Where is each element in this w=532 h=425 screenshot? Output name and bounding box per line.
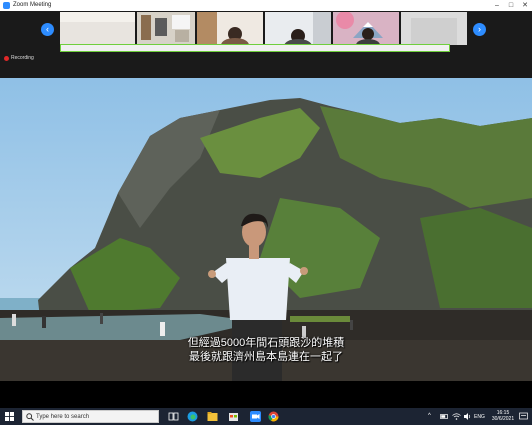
record-icon — [4, 55, 9, 61]
participant-tile[interactable] — [60, 12, 135, 45]
windows-start-icon[interactable] — [5, 412, 14, 421]
close-icon[interactable]: ✕ — [518, 0, 532, 11]
participant-tile[interactable] — [333, 12, 399, 45]
language-indicator[interactable]: ENG — [474, 414, 485, 420]
participant-gallery: ‹ › Recording — [0, 11, 532, 78]
file-explorer-icon[interactable] — [207, 411, 218, 422]
store-icon[interactable] — [228, 411, 239, 422]
search-icon — [26, 413, 34, 421]
participant-tile[interactable] — [137, 12, 195, 45]
recording-label: Recording — [11, 55, 34, 61]
participant-video — [401, 12, 467, 45]
zoom-taskbar-icon[interactable] — [250, 411, 261, 422]
windows-taskbar: Type here to search ^ ENG 16:15 30/6/202… — [0, 408, 532, 425]
edge-icon[interactable] — [187, 411, 198, 422]
wifi-icon[interactable] — [452, 412, 461, 421]
subtitle-line-2: 最後就跟濟州島本島連在一起了 — [189, 351, 343, 363]
participant-tile[interactable] — [265, 12, 331, 45]
search-placeholder: Type here to search — [36, 414, 90, 420]
minimize-icon[interactable]: – — [490, 0, 504, 11]
video-letterbox — [0, 381, 532, 408]
participant-video — [137, 12, 195, 45]
participant-tile[interactable] — [401, 12, 467, 45]
battery-icon[interactable] — [440, 412, 449, 421]
next-page-button[interactable]: › — [473, 23, 486, 36]
notification-icon[interactable] — [519, 412, 528, 421]
chrome-icon[interactable] — [268, 411, 279, 422]
participant-video — [265, 12, 331, 45]
clock[interactable]: 16:15 30/6/2021 — [490, 410, 516, 422]
participant-tile[interactable] — [197, 12, 263, 45]
tray-overflow-icon[interactable]: ^ — [428, 413, 431, 419]
video-subtitle: 但經過5000年間石頭跟沙的堆積 最後就跟濟州島本島連在一起了 — [0, 336, 532, 364]
previous-page-button[interactable]: ‹ — [41, 23, 54, 36]
active-speaker-tile[interactable] — [60, 44, 450, 52]
recording-indicator[interactable]: Recording — [4, 55, 34, 61]
window-title: Zoom Meeting — [13, 2, 52, 8]
clock-date: 30/6/2021 — [491, 416, 515, 422]
taskbar-search-box[interactable]: Type here to search — [22, 410, 159, 423]
participant-video — [197, 12, 263, 45]
zoom-app-icon — [3, 2, 10, 9]
volume-icon[interactable] — [463, 412, 472, 421]
participant-video — [60, 12, 135, 45]
subtitle-line-1: 但經過5000年間石頭跟沙的堆積 — [187, 337, 345, 349]
task-view-icon[interactable] — [168, 411, 179, 422]
maximize-icon[interactable]: □ — [504, 0, 518, 11]
participant-video — [333, 12, 399, 45]
